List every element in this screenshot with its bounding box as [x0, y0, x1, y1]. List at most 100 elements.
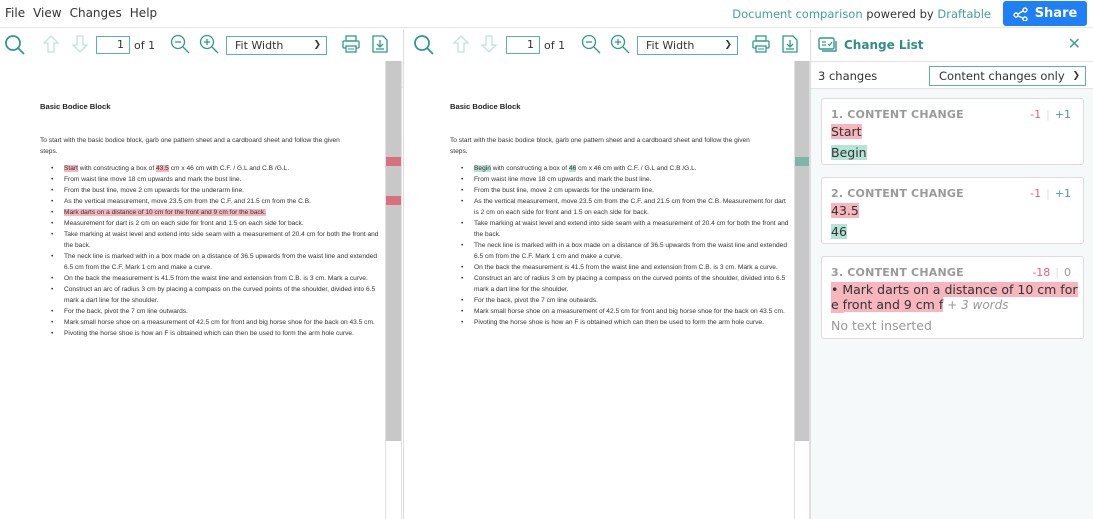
- right-doc-intro: To start with the basic bodice block, ga…: [450, 137, 750, 155]
- inserted-text: Begin: [831, 145, 867, 160]
- brand-text: Document comparison powered by Draftable: [732, 7, 991, 21]
- text-span: cm x 46 cm with C.F. / G.L and C.B /G.L.: [168, 165, 290, 172]
- left-prev-change-button[interactable]: [42, 34, 60, 54]
- right-zoom-select-value: Fit Width: [646, 39, 695, 52]
- deleted-text: 43.5: [831, 203, 859, 218]
- deleted-text[interactable]: Start: [64, 165, 78, 172]
- list-item: From the bust line, move 2 cm upwards fo…: [51, 185, 380, 196]
- right-zoom-out-button[interactable]: [581, 34, 601, 54]
- left-download-button[interactable]: [371, 34, 389, 54]
- right-page-input[interactable]: 1: [506, 36, 540, 54]
- zoom-out-icon: [170, 34, 190, 54]
- right-prev-change-button[interactable]: [452, 34, 470, 54]
- right-page-of: of 1: [544, 39, 566, 52]
- change-list-filter-bar: 3 changes Content changes only ❯: [811, 62, 1093, 89]
- more-words-link[interactable]: + 3 words: [947, 298, 1008, 312]
- no-insertion-text: No text inserted: [831, 318, 932, 333]
- menu-file[interactable]: File: [5, 6, 25, 20]
- brand-middle: powered by: [862, 7, 938, 21]
- arrow-up-icon: [42, 35, 60, 53]
- left-zoom-out-button[interactable]: [170, 34, 190, 54]
- left-toolbar: 1 of 1 Fit Width ❯: [0, 29, 403, 62]
- change-filter-value: Content changes only: [939, 69, 1065, 83]
- list-item: From the bust line, move 2 cm upwards fo…: [461, 185, 790, 196]
- deletion-count: -1: [1030, 108, 1042, 121]
- right-zoom-select[interactable]: Fit Width ❯: [637, 36, 738, 55]
- menu-view[interactable]: View: [33, 6, 61, 20]
- inserted-text[interactable]: Begin: [474, 165, 491, 172]
- inserted-text: 46: [831, 224, 847, 239]
- arrow-up-icon: [452, 35, 470, 53]
- printer-icon: [752, 35, 770, 53]
- change-counts: -18 | 0: [1032, 266, 1071, 279]
- left-doc-list: Start with constructing a box of 43.5 cm…: [40, 163, 380, 339]
- brand-prefix[interactable]: Document comparison: [732, 7, 862, 21]
- left-next-change-button[interactable]: [71, 34, 89, 54]
- list-item: Begin with constructing a box of 46 cm x…: [461, 163, 790, 174]
- list-item: Construct an arc of radius 3 cm by placi…: [461, 273, 790, 295]
- zoom-in-icon: [610, 34, 630, 54]
- chevron-down-icon: ❯: [313, 40, 321, 50]
- deleted-text[interactable]: 43.5: [156, 165, 169, 172]
- left-change-scrollbar[interactable]: [385, 61, 402, 519]
- list-item: Mark small horse shoe on a measurement o…: [461, 306, 790, 317]
- insertion-count: +1: [1054, 108, 1071, 121]
- menu-bar: File View Changes Help Document comparis…: [0, 0, 1093, 28]
- left-zoom-select[interactable]: Fit Width ❯: [226, 36, 327, 55]
- right-doc-heading: Basic Bodice Block: [450, 102, 521, 111]
- change-label: 3. CONTENT CHANGE: [831, 266, 964, 279]
- close-icon[interactable]: ✕: [1068, 34, 1081, 53]
- brand-name[interactable]: Draftable: [937, 7, 991, 21]
- left-zoom-in-button[interactable]: [199, 34, 219, 54]
- scrollbar-track[interactable]: [795, 61, 809, 441]
- deletion-count: -18: [1032, 266, 1051, 279]
- list-item: Pivoting the horse shoe is how an F is o…: [461, 317, 790, 328]
- left-search-button[interactable]: [4, 34, 26, 56]
- left-document-page: Basic Bodice Block To start with the bas…: [0, 61, 385, 519]
- change-counts: -1 | +1: [1030, 187, 1071, 200]
- scrollbar-track[interactable]: [386, 61, 401, 441]
- download-icon: [372, 35, 388, 53]
- change-label: 2. CONTENT CHANGE: [831, 187, 964, 200]
- search-icon: [5, 35, 25, 55]
- change-card-2[interactable]: 2. CONTENT CHANGE -1 | +1 43.5 46: [821, 177, 1084, 244]
- change-card-1[interactable]: 1. CONTENT CHANGE -1 | +1 Start Begin: [821, 98, 1084, 165]
- right-next-change-button[interactable]: [480, 34, 498, 54]
- arrow-down-icon: [71, 35, 89, 53]
- list-item: From waist line move 18 cm upwards and m…: [461, 174, 790, 185]
- right-download-button[interactable]: [781, 34, 799, 54]
- deletion-marker[interactable]: [386, 157, 401, 166]
- share-button[interactable]: Share: [1003, 1, 1087, 26]
- text-span: with constructing a box of: [490, 165, 569, 172]
- left-page-input[interactable]: 1: [96, 36, 130, 54]
- list-item: The neck line is marked with in a box ma…: [51, 251, 380, 273]
- change-filter-select[interactable]: Content changes only ❯: [929, 66, 1086, 86]
- menu-changes[interactable]: Changes: [70, 6, 122, 20]
- change-list-icon: [818, 37, 837, 52]
- menu-help[interactable]: Help: [130, 6, 157, 20]
- right-change-scrollbar[interactable]: [794, 61, 810, 519]
- deleted-text[interactable]: Mark darts on a distance of 10 cm for th…: [64, 209, 266, 216]
- left-print-button[interactable]: [341, 34, 361, 54]
- list-item: Take marking at waist level and extend i…: [461, 218, 790, 240]
- list-item: Take marking at waist level and extend i…: [51, 229, 380, 251]
- chevron-down-icon: ❯: [1072, 71, 1080, 81]
- change-card-3[interactable]: 3. CONTENT CHANGE -18 | 0 • Mark darts on …: [821, 256, 1084, 339]
- list-item: From waist line move 18 cm upwards and m…: [51, 174, 380, 185]
- change-list-panel: Change List ✕ 3 changes Content changes …: [810, 29, 1093, 519]
- list-item: On the back the measurement is 41.5 from…: [51, 273, 380, 284]
- deleted-text: e front and 9 cm f: [831, 297, 944, 312]
- change-label: 1. CONTENT CHANGE: [831, 108, 964, 121]
- list-item: Pivoting the horse shoe is how an F is o…: [51, 328, 380, 339]
- text-span: cm x 46 cm with C.F. / G.L and C.B /G.L.: [576, 165, 697, 172]
- left-page-of: of 1: [134, 39, 156, 52]
- deletion-marker[interactable]: [386, 196, 401, 205]
- right-search-button[interactable]: [413, 34, 435, 56]
- insertion-marker[interactable]: [795, 157, 809, 166]
- right-print-button[interactable]: [751, 34, 771, 54]
- arrow-down-icon: [480, 35, 498, 53]
- left-doc-heading: Basic Bodice Block: [40, 102, 111, 111]
- list-item: Start with constructing a box of 43.5 cm…: [51, 163, 380, 174]
- right-zoom-in-button[interactable]: [610, 34, 630, 54]
- zoom-out-icon: [581, 34, 601, 54]
